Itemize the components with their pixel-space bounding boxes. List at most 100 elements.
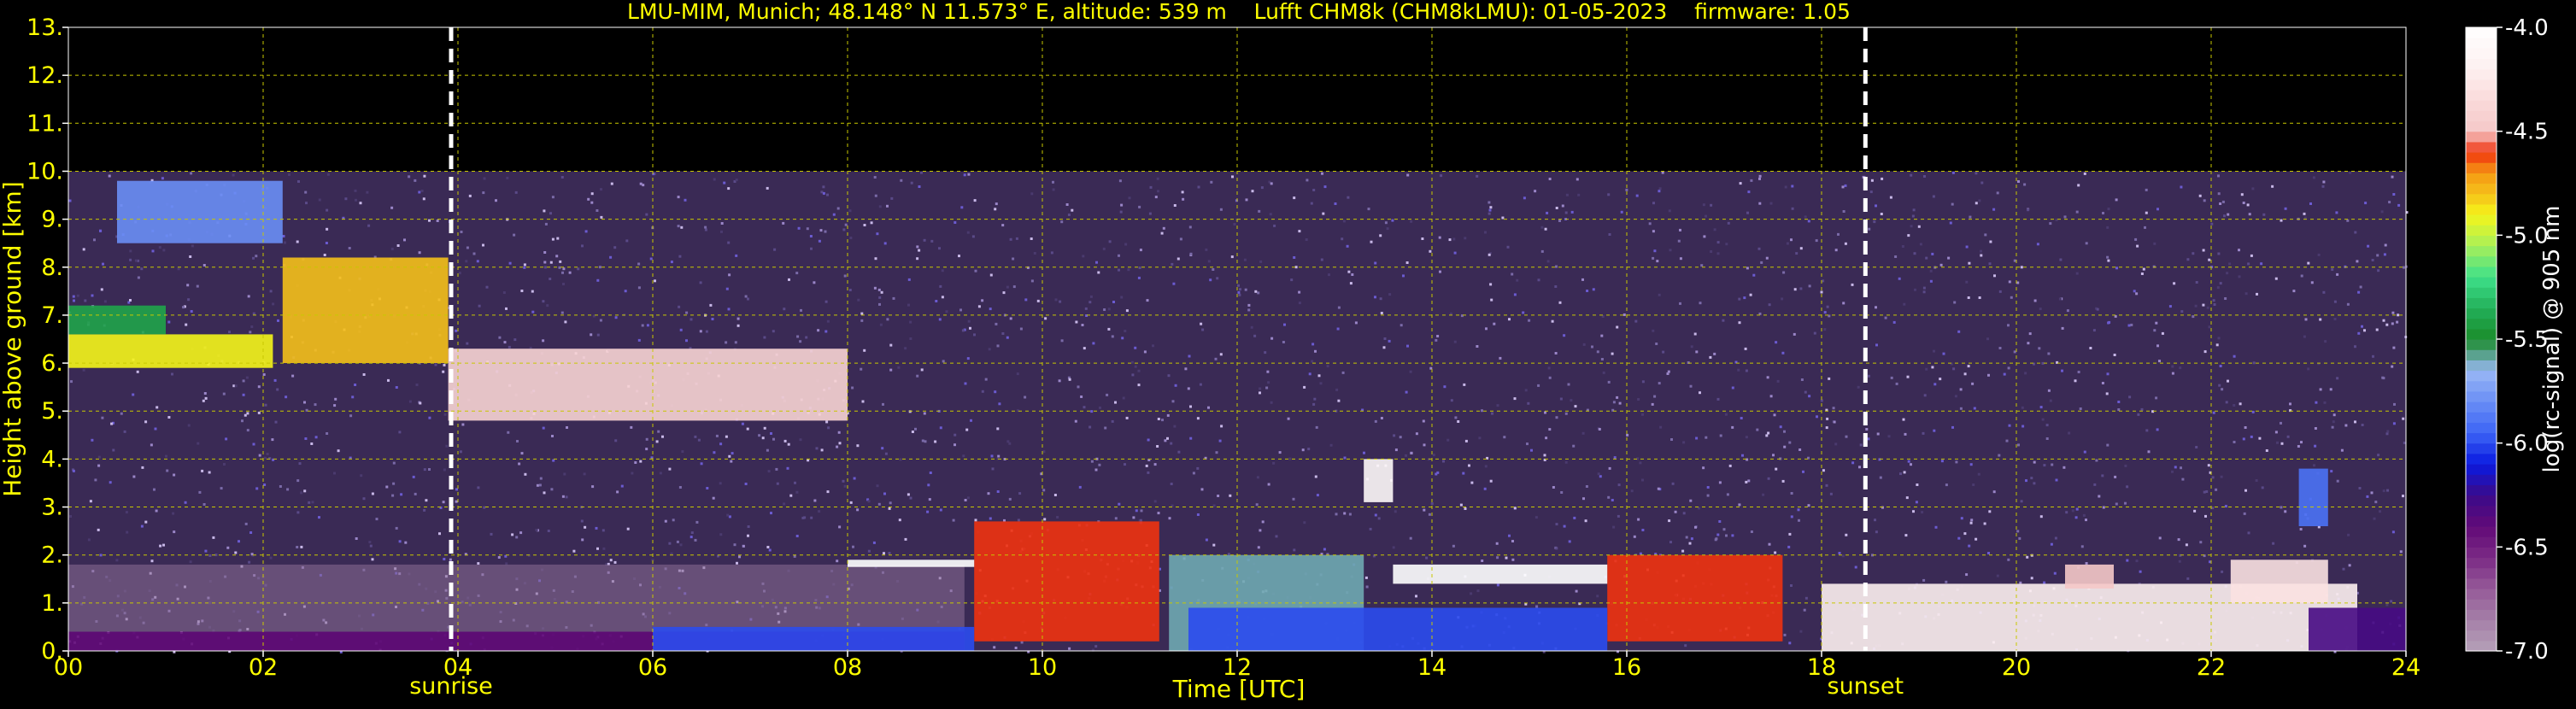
noise-dot (414, 179, 417, 182)
noise-dot (1743, 296, 1746, 300)
noise-dot (657, 430, 660, 433)
noise-dot (1439, 270, 1441, 273)
noise-dot (161, 177, 164, 180)
noise-dot (934, 440, 937, 443)
noise-dot (1114, 401, 1117, 404)
noise-dot (1611, 499, 1614, 501)
noise-dot (1548, 376, 1552, 379)
noise-dot (252, 256, 255, 260)
noise-dot (1024, 298, 1028, 302)
noise-dot (1959, 388, 1963, 391)
noise-dot (583, 472, 586, 476)
noise-dot (680, 226, 684, 229)
y-axis-label: Height above ground [km] (0, 181, 26, 497)
noise-dot (2027, 342, 2030, 345)
noise-dot (348, 247, 351, 249)
noise-dot (747, 297, 749, 301)
noise-dot (1394, 510, 1397, 513)
noise-dot (1485, 327, 1488, 331)
noise-dot (661, 435, 664, 438)
noise-dot (1107, 327, 1111, 331)
noise-dot (2171, 372, 2174, 375)
noise-dot (1581, 278, 1584, 281)
noise-dot (368, 541, 372, 544)
noise-dot (2124, 464, 2127, 467)
noise-dot (2212, 411, 2215, 414)
noise-dot (782, 221, 785, 225)
noise-dot (1870, 179, 1874, 182)
noise-dot (1081, 324, 1084, 326)
noise-dot (1967, 365, 1970, 368)
noise-dot (1453, 251, 1457, 255)
noise-dot (818, 239, 821, 243)
noise-dot (1951, 425, 1954, 429)
noise-dot (2297, 445, 2300, 448)
noise-dot (129, 258, 132, 261)
noise-dot (1957, 536, 1961, 540)
noise-dot (1257, 546, 1260, 549)
noise-dot (2319, 318, 2322, 321)
noise-dot (874, 257, 877, 261)
noise-dot (843, 484, 847, 488)
noise-dot (2375, 328, 2379, 331)
noise-dot (2124, 501, 2127, 505)
noise-dot (2026, 555, 2029, 559)
noise-dot (815, 447, 819, 450)
noise-dot (1365, 585, 1369, 589)
noise-dot (1963, 532, 1967, 536)
noise-dot (250, 325, 254, 328)
noise-dot (1731, 386, 1734, 390)
noise-dot (1171, 400, 1175, 403)
noise-dot (1769, 395, 1773, 398)
noise-dot (2280, 442, 2284, 445)
noise-dot (738, 555, 741, 559)
noise-dot (1932, 195, 1935, 198)
noise-dot (584, 525, 587, 529)
noise-dot (1929, 269, 1933, 272)
noise-dot (914, 427, 917, 431)
noise-dot (1488, 208, 1492, 212)
noise-dot (2228, 262, 2232, 266)
noise-dot (197, 442, 200, 445)
noise-dot (97, 464, 101, 467)
noise-dot (744, 483, 748, 485)
noise-dot (550, 488, 554, 491)
noise-dot (2128, 396, 2132, 399)
noise-dot (877, 288, 881, 291)
colorbar-segment (2466, 619, 2497, 631)
noise-dot (1787, 545, 1791, 548)
noise-dot (2329, 388, 2332, 391)
noise-dot (921, 439, 924, 442)
noise-dot (668, 542, 672, 545)
noise-dot (82, 368, 85, 372)
noise-dot (1641, 380, 1645, 384)
noise-dot (637, 262, 641, 266)
noise-dot (2248, 213, 2251, 216)
noise-dot (2219, 282, 2222, 285)
noise-dot (2093, 483, 2097, 486)
noise-dot (678, 486, 682, 489)
noise-dot (543, 491, 546, 495)
noise-dot (2186, 258, 2190, 261)
noise-dot (1842, 210, 1845, 213)
noise-dot (2105, 392, 2109, 396)
colorbar-segment (2466, 609, 2497, 621)
noise-dot (1084, 307, 1088, 310)
noise-dot (860, 312, 864, 315)
noise-dot (1307, 448, 1311, 451)
noise-dot (1719, 434, 1722, 437)
noise-dot (1788, 532, 1792, 536)
noise-dot (2233, 354, 2236, 358)
noise-dot (2286, 435, 2290, 438)
noise-dot (1799, 247, 1803, 250)
noise-dot (1380, 417, 1383, 419)
noise-dot (2096, 308, 2099, 311)
noise-dot (1476, 345, 1479, 348)
noise-dot (1868, 227, 1871, 231)
noise-dot (1530, 448, 1533, 452)
noise-dot (2333, 318, 2337, 320)
noise-dot (314, 436, 318, 439)
noise-dot (2147, 450, 2151, 454)
noise-dot (1112, 301, 1115, 303)
noise-dot (728, 454, 731, 458)
